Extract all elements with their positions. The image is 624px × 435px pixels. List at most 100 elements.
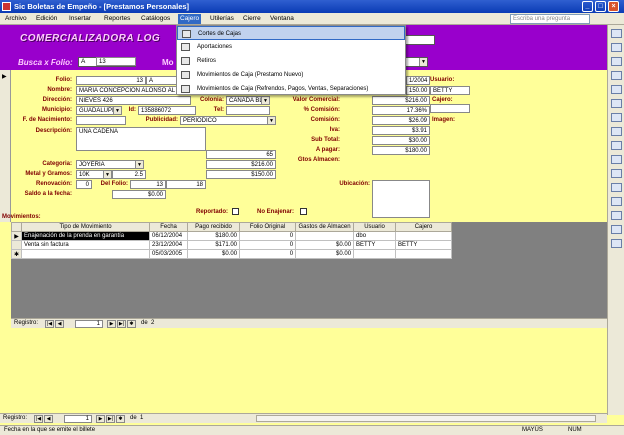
menu-edicion[interactable]: Edición [34,14,59,24]
new-record-icon[interactable]: ✱ [127,320,136,328]
minimize-button[interactable]: _ [582,1,593,12]
id-field[interactable]: 135886072 [138,106,196,115]
cell-usuario[interactable]: dbo [353,231,397,241]
menu-reportes[interactable]: Reportes [102,14,132,24]
menu-catalogos[interactable]: Catálogos [139,14,172,24]
chevron-down-icon[interactable]: ▼ [261,97,269,104]
subform-current-record[interactable]: 1 [75,320,103,328]
toolbar-new-icon[interactable] [611,197,622,206]
cell-tipo[interactable]: Venta sin factura [21,240,151,250]
cell-gastos[interactable]: $0.00 [295,240,355,250]
col-cajero[interactable]: Cajero [395,222,453,232]
toolbar-view-icon[interactable] [611,29,622,38]
comision-field[interactable]: $26.09 [372,116,430,125]
menu-retiros[interactable]: Retiros [177,54,405,68]
next-record-icon[interactable]: ▶ [107,320,116,328]
tel-field[interactable] [226,106,270,115]
header-field-2[interactable]: ▼ [405,57,428,67]
folio-suffix-field[interactable]: A [146,76,180,85]
menu-aportaciones[interactable]: Aportaciones [177,40,405,54]
toolbar-help-icon[interactable] [611,239,622,248]
toolbar-sort-icon[interactable] [611,155,622,164]
cell-cajero[interactable]: BETTY [395,240,453,250]
cell-usuario[interactable] [353,249,397,259]
saldo-field[interactable]: $0.00 [112,190,166,199]
cajero-field[interactable] [430,104,470,113]
renovacion-field[interactable]: 0 [76,180,92,189]
publicidad-field[interactable]: PERIODICO ▼ [180,116,276,125]
toolbar-filter-icon[interactable] [611,169,622,178]
next-record-icon[interactable]: ▶ [96,415,105,423]
menu-movimientos-prestamo[interactable]: Movimientos de Caja (Prestamo Nuevo) [177,68,405,82]
record-selector[interactable]: ▶ [0,70,11,222]
cell-folio-original[interactable]: 0 [239,249,297,259]
cell-fecha[interactable]: 23/12/2004 [149,240,189,250]
cell-gastos[interactable]: $0.00 [295,249,355,259]
menu-cajero[interactable]: Cajero [178,14,202,24]
cell-tipo[interactable] [21,249,151,259]
menu-archivo[interactable]: Archivo [3,14,29,24]
header-field[interactable] [405,35,435,45]
metal-amount-field[interactable]: $150.00 [206,170,276,179]
menu-utilerias[interactable]: Utilerías [208,14,236,24]
toolbar-print-icon[interactable] [611,57,622,66]
col-pago[interactable]: Pago recibido [187,222,241,232]
municipio-field[interactable]: GUADALUPI ▼ [76,106,122,115]
toolbar-copy-icon[interactable] [611,113,622,122]
menu-cierre[interactable]: Cierre [241,14,263,24]
iva-field[interactable]: $3.91 [372,126,430,135]
menu-cortes-de-cajas[interactable]: Cortes de Cajas [177,26,405,40]
cell-fecha[interactable]: 05/03/2005 [149,249,189,259]
descripcion-field[interactable]: UNA CADENA [76,127,206,151]
horizontal-scrollbar[interactable] [256,415,596,422]
reportado-checkbox[interactable] [232,208,239,215]
last-record-icon[interactable]: ▶| [117,320,126,328]
col-gastos[interactable]: Gastos de Almacen [295,222,355,232]
amount-216-field[interactable]: $216.00 [206,160,276,169]
toolbar-save-icon[interactable] [611,43,622,52]
categoria-field[interactable]: JOYERIA ▼ [76,160,144,169]
cell-pago[interactable]: $171.00 [187,240,241,250]
cell-tipo[interactable]: Enajenación de la prenda en garantía [21,231,151,241]
comision-pct-field[interactable]: 17.36% [372,106,430,115]
amount-150-field[interactable]: 150.00 [406,86,430,95]
usuario-field[interactable]: BETTY [430,86,470,95]
maximize-button[interactable]: □ [595,1,606,12]
cell-gastos[interactable] [295,231,355,241]
amount-65-field[interactable]: 65 [206,150,276,159]
menu-movimientos-refrendos[interactable]: Movimientos de Caja (Refrendos, Pagos, V… [177,82,405,96]
cell-cajero[interactable] [395,231,453,241]
folio-prefix-field[interactable]: 13 [76,76,146,85]
help-search-input[interactable]: Escriba una pregunta [510,14,590,24]
nacimiento-field[interactable] [76,116,126,125]
toolbar-undo-icon[interactable] [611,141,622,150]
cell-folio-original[interactable]: 0 [239,231,297,241]
new-record-icon[interactable]: ✱ [10,249,23,259]
cell-usuario[interactable]: BETTY [353,240,397,250]
subtotal-field[interactable]: $30.00 [372,136,430,145]
chevron-down-icon[interactable]: ▼ [419,58,427,66]
first-record-icon[interactable]: |◀ [45,320,54,328]
chevron-down-icon[interactable]: ▼ [113,107,121,114]
col-folio-original[interactable]: Folio Original [239,222,297,232]
direccion-field[interactable]: NIEVES 426 [76,96,191,105]
table-row-new[interactable]: ✱ 05/03/2005 $0.00 0 $0.00 [10,249,453,259]
toolbar-delete-icon[interactable] [611,211,622,220]
col-fecha[interactable]: Fecha [149,222,189,232]
del-folio-field-2[interactable]: 18 [166,180,206,189]
metal-field[interactable]: 10K ▼ [76,170,112,179]
menu-insertar[interactable]: Insertar [67,14,93,24]
prev-record-icon[interactable]: ◀ [55,320,64,328]
table-row[interactable]: ▶ Enajenación de la prenda en garantía 0… [10,231,453,241]
toolbar-cut-icon[interactable] [611,99,622,108]
valor-field[interactable]: $216.00 [372,96,430,105]
cell-fecha[interactable]: 06/12/2004 [149,231,189,241]
prev-record-icon[interactable]: ◀ [44,415,53,423]
menu-ventana[interactable]: Ventana [268,14,296,24]
col-usuario[interactable]: Usuario [353,222,397,232]
toolbar-preview-icon[interactable] [611,71,622,80]
main-current-record[interactable]: 1 [64,415,92,423]
toolbar-spell-icon[interactable] [611,85,622,94]
cell-pago[interactable]: $180.00 [187,231,241,241]
toolbar-find-icon[interactable] [611,183,622,192]
